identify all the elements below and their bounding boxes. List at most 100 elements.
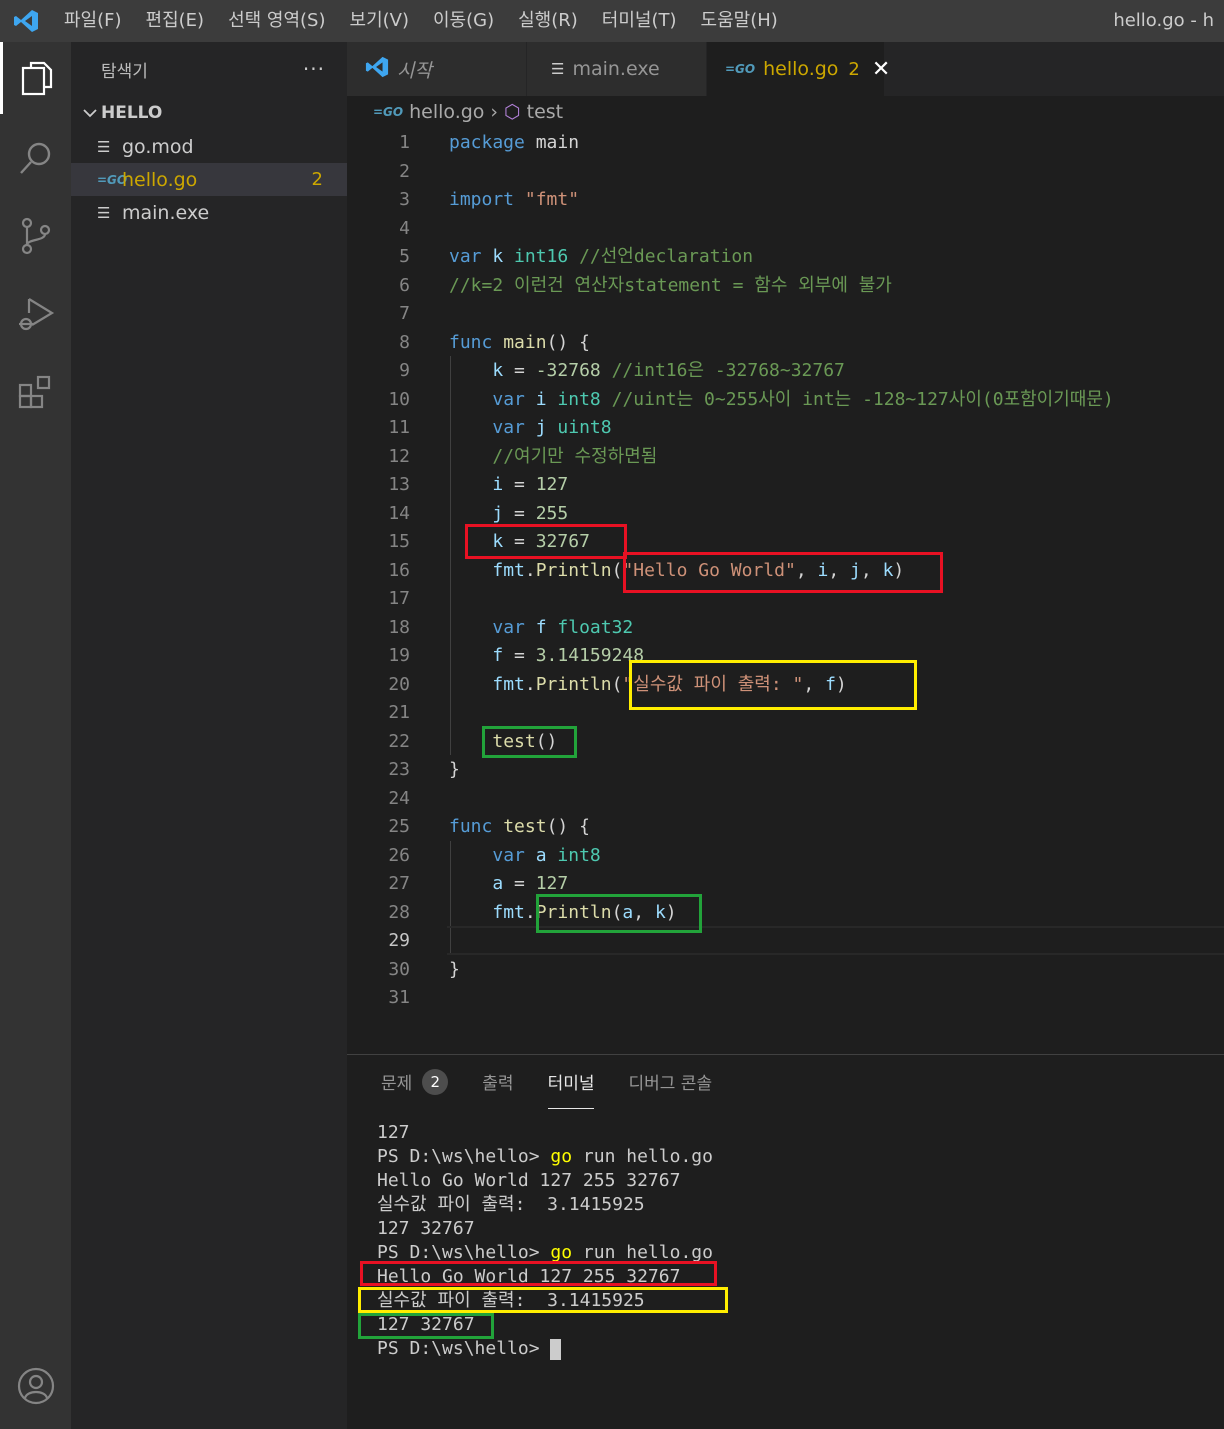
chevron-right-icon: ›	[490, 101, 499, 123]
breadcrumb-file[interactable]: hello.go	[409, 101, 484, 123]
annotation-box-green	[536, 894, 702, 933]
terminal-line: 실수값 파이 출력: 3.1415925	[377, 1194, 645, 1215]
line-number: 13	[388, 474, 410, 495]
file-hello-go[interactable]: =GO hello.go 2	[71, 163, 347, 196]
file-lines-icon: ☰	[551, 60, 565, 78]
line-number: 9	[399, 360, 410, 381]
code-line: //k=2 이런건 연산자statement = 함수 외부에 불가	[449, 274, 892, 296]
annotation-box-red	[465, 524, 627, 559]
menu-edit[interactable]: 편집(E)	[134, 0, 217, 42]
line-number: 15	[388, 531, 410, 552]
explorer-sidebar: 탐색기 ··· HELLO ☰ go.mod =GO hello.go 2 ☰ …	[71, 42, 347, 1429]
code-line: package main	[449, 132, 580, 153]
code-line: var i int8 //uint는 0~255사이 int는 -128~127…	[492, 388, 1114, 410]
menu-run[interactable]: 실행(R)	[506, 0, 590, 42]
tab-terminal[interactable]: 터미널	[547, 1069, 595, 1109]
code-editor[interactable]: 1 package main 2 3 import "fmt" 4 5 var k i…	[347, 128, 1224, 1054]
file-name: hello.go	[122, 168, 198, 191]
line-number: 22	[388, 730, 410, 752]
explorer-icon[interactable]	[0, 42, 71, 114]
tab-problems[interactable]: 문제 2	[381, 1069, 449, 1109]
code-line: f = 3.14159248	[492, 645, 645, 666]
bottom-panel: 문제 2 출력 터미널 디버그 콘솔 127 PS D:\ws\hello> g…	[347, 1054, 1224, 1429]
tab-output[interactable]: 출력	[482, 1069, 513, 1109]
annotation-box-red	[623, 552, 943, 593]
tab-label: main.exe	[572, 58, 660, 80]
breadcrumb: =GO hello.go › ⬡ test	[347, 96, 1224, 128]
go-file-icon: =GO	[97, 172, 128, 187]
menu-bar: 파일(F) 편집(E) 선택 영역(S) 보기(V) 이동(G) 실행(R) 터…	[0, 0, 1224, 42]
line-number: 31	[388, 987, 410, 1008]
line-number: 20	[388, 673, 410, 695]
activity-bar	[0, 42, 71, 1429]
menu-go[interactable]: 이동(G)	[421, 0, 506, 42]
annotation-box-green	[482, 726, 577, 758]
terminal-prompt: PS D:\ws\hello>	[377, 1337, 713, 1361]
terminal-line: 127 32767	[377, 1218, 475, 1239]
line-number: 19	[388, 645, 410, 666]
menu-terminal[interactable]: 터미널(T)	[590, 0, 689, 42]
tab-label: 디버그 콘솔	[628, 1074, 713, 1094]
line-number: 2	[399, 160, 410, 182]
line-number: 21	[388, 702, 410, 723]
vscode-logo-icon	[0, 0, 52, 42]
more-actions-icon[interactable]: ···	[303, 57, 325, 81]
line-number: 5	[399, 246, 410, 267]
tab-debug-console[interactable]: 디버그 콘솔	[628, 1069, 712, 1109]
line-number: 6	[399, 274, 410, 296]
code-line: func main() {	[449, 331, 590, 353]
line-number: 1	[399, 132, 410, 153]
line-number: 3	[399, 189, 410, 210]
editor-tabs: 시작 ☰ main.exe =GO hello.go 2 ✕	[347, 42, 1224, 96]
line-number: 11	[388, 417, 410, 438]
menu-view[interactable]: 보기(V)	[338, 0, 421, 42]
account-icon[interactable]	[0, 1350, 71, 1422]
line-number: 12	[388, 445, 410, 467]
tab-problem-count: 2	[848, 58, 860, 80]
chevron-down-icon	[79, 103, 101, 123]
explorer-title: 탐색기	[101, 61, 148, 82]
tab-start[interactable]: 시작	[347, 42, 527, 96]
code-line: var j uint8	[492, 417, 612, 438]
tab-main-exe[interactable]: ☰ main.exe	[527, 42, 707, 96]
line-number: 16	[388, 559, 410, 581]
file-go-mod[interactable]: ☰ go.mod	[71, 130, 347, 163]
line-number: 30	[388, 958, 410, 980]
line-number: 10	[388, 388, 410, 410]
terminal-line: 127	[377, 1122, 410, 1143]
terminal-line: Hello Go World 127 255 32767	[377, 1170, 681, 1191]
file-main-exe[interactable]: ☰ main.exe	[71, 196, 347, 229]
close-icon[interactable]: ✕	[872, 57, 890, 82]
menu-selection[interactable]: 선택 영역(S)	[216, 0, 337, 42]
folder-hello[interactable]: HELLO	[71, 96, 347, 130]
run-debug-icon[interactable]	[0, 278, 71, 350]
menu-file[interactable]: 파일(F)	[52, 0, 134, 42]
annotation-box-yellow	[358, 1287, 728, 1313]
command-keyword: go	[550, 1146, 573, 1167]
line-number: 8	[399, 331, 410, 353]
file-name: main.exe	[122, 201, 210, 224]
extensions-icon[interactable]	[0, 356, 71, 428]
line-number: 18	[388, 616, 410, 638]
line-number: 4	[399, 217, 410, 239]
tab-label: 출력	[482, 1074, 514, 1094]
breadcrumb-symbol[interactable]: test	[527, 101, 564, 123]
line-number: 7	[399, 303, 410, 324]
code-line: k = -32768 //int16은 -32768~32767	[492, 360, 845, 381]
code-line: var f float32	[492, 616, 634, 638]
code-line: var a int8	[492, 844, 601, 866]
search-icon[interactable]	[0, 122, 71, 194]
line-number: 14	[388, 502, 410, 524]
tab-hello-go[interactable]: =GO hello.go 2 ✕	[707, 42, 890, 96]
code-line: }	[449, 759, 460, 780]
code-line: i = 127	[492, 474, 569, 495]
menu-help[interactable]: 도움말(H)	[689, 0, 790, 42]
file-lines-icon: ☰	[97, 203, 111, 222]
source-control-icon[interactable]	[0, 200, 71, 272]
annotation-box-red	[360, 1261, 717, 1286]
problem-count-badge: 2	[311, 169, 323, 190]
line-number: 28	[388, 901, 410, 923]
file-name: go.mod	[122, 135, 194, 158]
file-lines-icon: ☰	[97, 137, 111, 156]
go-file-icon: =GO	[373, 105, 404, 119]
